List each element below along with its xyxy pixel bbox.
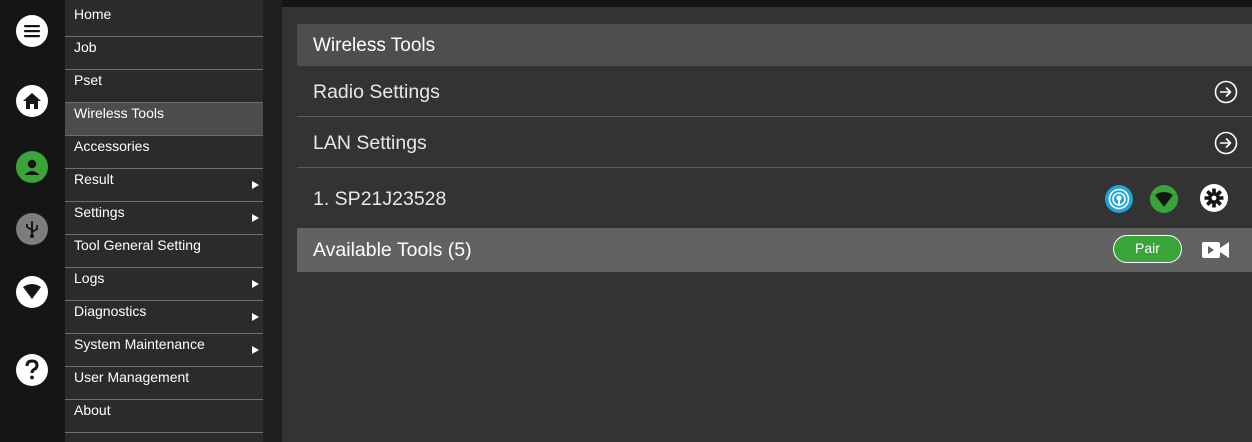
video-camera-icon[interactable] [1201,240,1231,260]
usb-icon[interactable] [16,213,48,245]
network-icon[interactable] [1149,184,1179,214]
menu-item-about[interactable]: About [65,400,263,433]
menu-item-label: Pset [74,72,103,88]
submenu-arrow-icon [252,280,259,288]
radio-settings-label: Radio Settings [313,81,440,103]
page-title: Wireless Tools [313,35,436,56]
radio-settings-row[interactable]: Radio Settings [297,67,1252,117]
menu-item-label: System Maintenance [74,336,205,352]
menu-item-label: Tool General Setting [74,237,201,253]
submenu-arrow-icon [252,214,259,222]
pair-button[interactable]: Pair [1113,235,1182,263]
network-icon[interactable] [16,276,48,308]
menu-item-label: Accessories [74,138,150,154]
tool-row[interactable]: 1. SP21J23528 [297,170,1252,228]
tool-name: 1. SP21J23528 [313,188,447,210]
arrow-right-circle-icon[interactable] [1214,131,1238,155]
wireless-signal-icon[interactable] [1104,184,1134,214]
user-icon[interactable] [16,151,48,183]
menu-item-label: User Management [74,369,190,385]
submenu-arrow-icon [252,346,259,354]
menu-icon[interactable] [16,15,48,47]
main-panel: Wireless Tools Radio Settings LAN Settin… [282,7,1252,442]
page-header: Wireless Tools [297,24,1252,66]
gear-icon[interactable] [1199,183,1229,213]
home-icon[interactable] [16,85,48,117]
arrow-right-circle-icon[interactable] [1214,80,1238,104]
menu-item-label: Logs [74,270,105,286]
submenu-arrow-icon [252,313,259,321]
navigation-menu: Home Job Pset Wireless Tools Accessories… [65,0,263,442]
help-icon[interactable] [16,354,48,386]
panel-gutter [263,0,282,442]
menu-item-label: About [74,402,111,418]
menu-item-label: Settings [74,204,125,220]
menu-item-label: Home [74,6,112,22]
lan-settings-label: LAN Settings [313,132,427,154]
available-tools-row[interactable]: Available Tools (5) Pair [297,228,1252,272]
menu-item-label: Result [74,171,114,187]
icon-rail [0,0,65,442]
submenu-arrow-icon [252,181,259,189]
available-tools-label: Available Tools (5) [313,239,472,261]
menu-item-label: Diagnostics [74,303,147,319]
menu-item-label: Wireless Tools [74,105,164,121]
lan-settings-row[interactable]: LAN Settings [297,118,1252,168]
menu-item-label: Job [74,39,97,55]
